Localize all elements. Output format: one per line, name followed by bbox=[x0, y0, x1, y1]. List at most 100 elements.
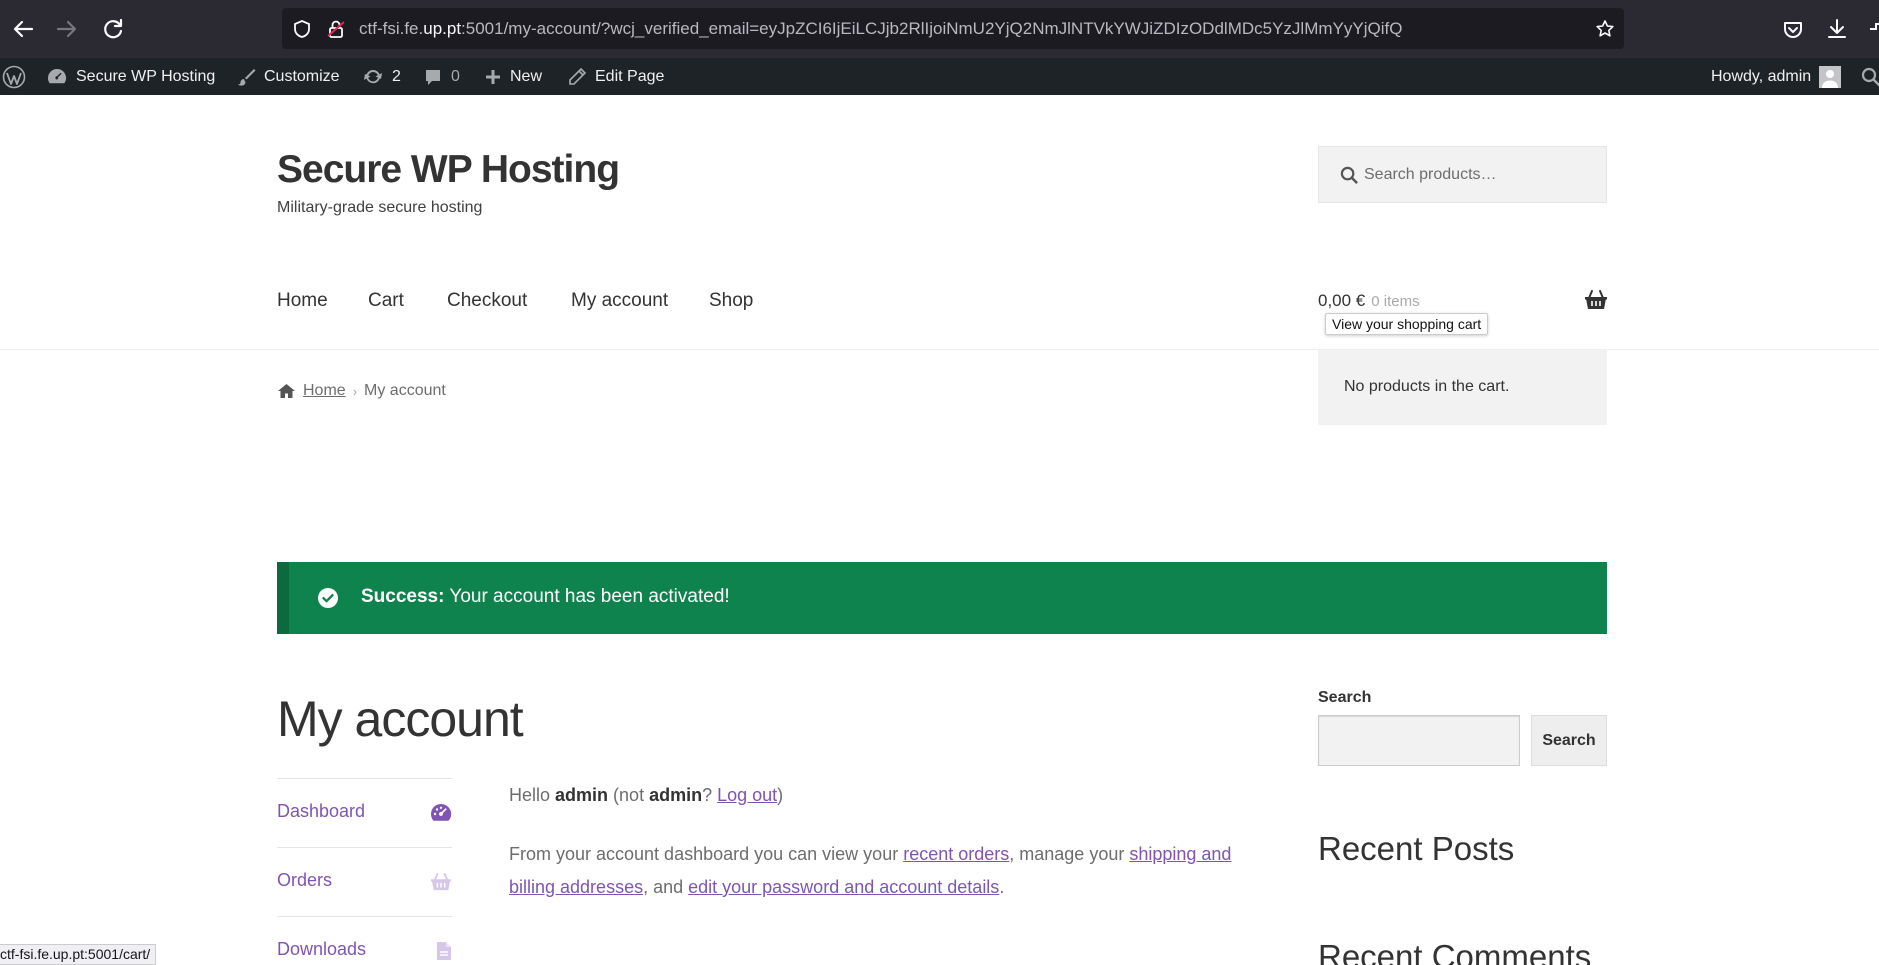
breadcrumb-home-link[interactable]: Home bbox=[303, 382, 346, 400]
edit-page-link[interactable]: Edit Page bbox=[567, 58, 664, 95]
cart-tooltip: View your shopping cart bbox=[1325, 313, 1489, 335]
comments-count: 0 bbox=[451, 68, 460, 85]
extensions-icon[interactable] bbox=[1864, 14, 1879, 44]
shield-icon[interactable] bbox=[292, 19, 312, 39]
plus-icon bbox=[486, 69, 500, 84]
forward-button[interactable] bbox=[52, 14, 82, 44]
page-title: My account bbox=[277, 691, 524, 747]
nav-item-checkout[interactable]: Checkout bbox=[447, 290, 527, 312]
comment-bubble-icon bbox=[426, 69, 440, 85]
site-description: Military-grade secure hosting bbox=[277, 199, 483, 216]
nav-item-cart[interactable]: Cart bbox=[368, 290, 404, 312]
cart-amount: 0,00 € bbox=[1318, 291, 1366, 310]
account-nav-orders[interactable]: Orders bbox=[277, 847, 452, 916]
dashboard-intro-period: . bbox=[999, 877, 1005, 897]
site-name-label: Secure WP Hosting bbox=[76, 68, 216, 85]
dashboard-greeting: Hello admin (not admin? Log out) bbox=[509, 779, 1209, 812]
success-label: Success: bbox=[361, 586, 445, 607]
account-nav-downloads[interactable]: Downloads bbox=[277, 916, 452, 965]
product-search-input[interactable] bbox=[1364, 147, 1599, 202]
logout-link[interactable]: Log out bbox=[717, 785, 777, 805]
check-circle-icon bbox=[318, 588, 338, 608]
browser-status-bar: ctf-fsi.fe.up.pt:5001/cart/ bbox=[0, 944, 157, 965]
url-text[interactable]: ctf-fsi.fe.up.pt:5001/my-account/?wcj_ve… bbox=[359, 8, 1402, 49]
account-nav-orders-label: Orders bbox=[277, 870, 333, 890]
mini-cart-empty-message: No products in the cart. bbox=[1344, 378, 1510, 395]
back-arrow-icon bbox=[13, 20, 34, 38]
url-prefix: ctf-fsi.fe. bbox=[359, 19, 424, 38]
greeting-username: admin bbox=[555, 785, 609, 805]
new-label: New bbox=[510, 68, 543, 85]
browser-toolbar: ctf-fsi.fe.up.pt:5001/my-account/?wcj_ve… bbox=[0, 0, 1879, 58]
new-content-menu[interactable]: New bbox=[484, 58, 542, 95]
paintbrush-icon bbox=[238, 68, 256, 86]
wordpress-logo-icon bbox=[2, 65, 26, 88]
edit-page-label: Edit Page bbox=[595, 68, 665, 85]
back-button[interactable] bbox=[8, 14, 38, 44]
account-nav-dashboard-label: Dashboard bbox=[277, 801, 366, 821]
insecure-lock-icon[interactable] bbox=[326, 19, 346, 39]
wp-admin-bar: Secure WP Hosting Customize 2 0 New Edit… bbox=[0, 58, 1879, 95]
customize-label: Customize bbox=[264, 68, 340, 85]
page: ctf-fsi.fe.up.pt:5001/my-account/?wcj_ve… bbox=[0, 0, 1879, 965]
nav-item-shop[interactable]: Shop bbox=[709, 290, 753, 312]
pocket-icon[interactable] bbox=[1778, 14, 1808, 44]
forward-arrow-icon bbox=[56, 20, 77, 38]
cart-item-count: 0 items bbox=[1371, 293, 1420, 310]
greeting-not-prefix: (not bbox=[608, 785, 650, 805]
admin-search-toggle[interactable] bbox=[1861, 58, 1879, 95]
sidebar-search-button[interactable]: Search bbox=[1531, 715, 1607, 766]
home-icon bbox=[278, 384, 295, 398]
customize-link[interactable]: Customize bbox=[236, 58, 340, 95]
avatar-icon bbox=[1819, 65, 1842, 88]
shopping-basket-icon bbox=[431, 872, 451, 891]
account-nav-downloads-label: Downloads bbox=[277, 939, 367, 959]
sidebar-search-label: Search bbox=[1318, 689, 1372, 706]
recent-posts-heading: Recent Posts bbox=[1318, 830, 1515, 867]
breadcrumb: Home › My account bbox=[277, 382, 446, 400]
comments-link[interactable]: 0 bbox=[423, 58, 460, 95]
file-icon bbox=[437, 942, 451, 960]
header-cart-link[interactable]: 0,00 € 0 items bbox=[1318, 291, 1420, 311]
account-nav-dashboard[interactable]: Dashboard bbox=[277, 778, 452, 847]
site-name-menu[interactable]: Secure WP Hosting bbox=[46, 58, 215, 95]
sidebar-search-input[interactable] bbox=[1318, 715, 1520, 766]
dashboard-gauge-icon bbox=[48, 68, 67, 83]
dashboard-intro-and: , and bbox=[643, 877, 689, 897]
updates-icon bbox=[364, 69, 382, 83]
mini-cart-dropdown: No products in the cart. bbox=[1318, 350, 1607, 425]
account-navigation: Dashboard Orders Downloads bbox=[277, 778, 452, 965]
updates-link[interactable]: 2 bbox=[362, 58, 401, 95]
edit-account-link[interactable]: edit your password and account details bbox=[688, 877, 999, 897]
address-bar[interactable]: ctf-fsi.fe.up.pt:5001/my-account/?wcj_ve… bbox=[282, 8, 1624, 49]
search-icon bbox=[1340, 166, 1358, 184]
shopping-basket-icon[interactable] bbox=[1584, 289, 1608, 311]
howdy-label: Howdy, admin bbox=[1711, 68, 1812, 85]
site-title[interactable]: Secure WP Hosting bbox=[277, 148, 620, 192]
wp-logo-menu[interactable] bbox=[2, 58, 26, 95]
dashboard-gauge-icon bbox=[431, 803, 452, 821]
nav-item-my-account[interactable]: My account bbox=[571, 290, 668, 312]
url-host: up.pt bbox=[423, 19, 462, 38]
greeting-not-suffix: ? bbox=[702, 785, 718, 805]
product-search-box bbox=[1318, 146, 1607, 203]
my-account-menu[interactable]: Howdy, admin bbox=[1711, 58, 1842, 95]
dashboard-intro-prefix: From your account dashboard you can view… bbox=[509, 844, 904, 864]
recent-orders-link[interactable]: recent orders bbox=[903, 844, 1009, 864]
pencil-icon bbox=[569, 67, 587, 85]
greeting-prefix: Hello bbox=[509, 785, 556, 805]
breadcrumb-current: My account bbox=[364, 382, 446, 399]
search-icon bbox=[1861, 67, 1879, 86]
url-path: :5001/my-account/?wcj_verified_email=eyJ… bbox=[461, 19, 1403, 38]
recent-comments-heading: Recent Comments bbox=[1318, 938, 1592, 965]
success-text: Your account has been activated! bbox=[444, 586, 730, 607]
download-icon[interactable] bbox=[1822, 14, 1852, 44]
bookmark-star-icon[interactable] bbox=[1595, 19, 1615, 39]
reload-icon bbox=[104, 18, 123, 39]
updates-count: 2 bbox=[392, 68, 401, 85]
breadcrumb-separator: › bbox=[352, 383, 358, 399]
reload-button[interactable] bbox=[98, 14, 128, 44]
nav-item-home[interactable]: Home bbox=[277, 290, 328, 312]
greeting-close: ) bbox=[777, 785, 784, 805]
dashboard-intro: From your account dashboard you can view… bbox=[509, 838, 1274, 904]
